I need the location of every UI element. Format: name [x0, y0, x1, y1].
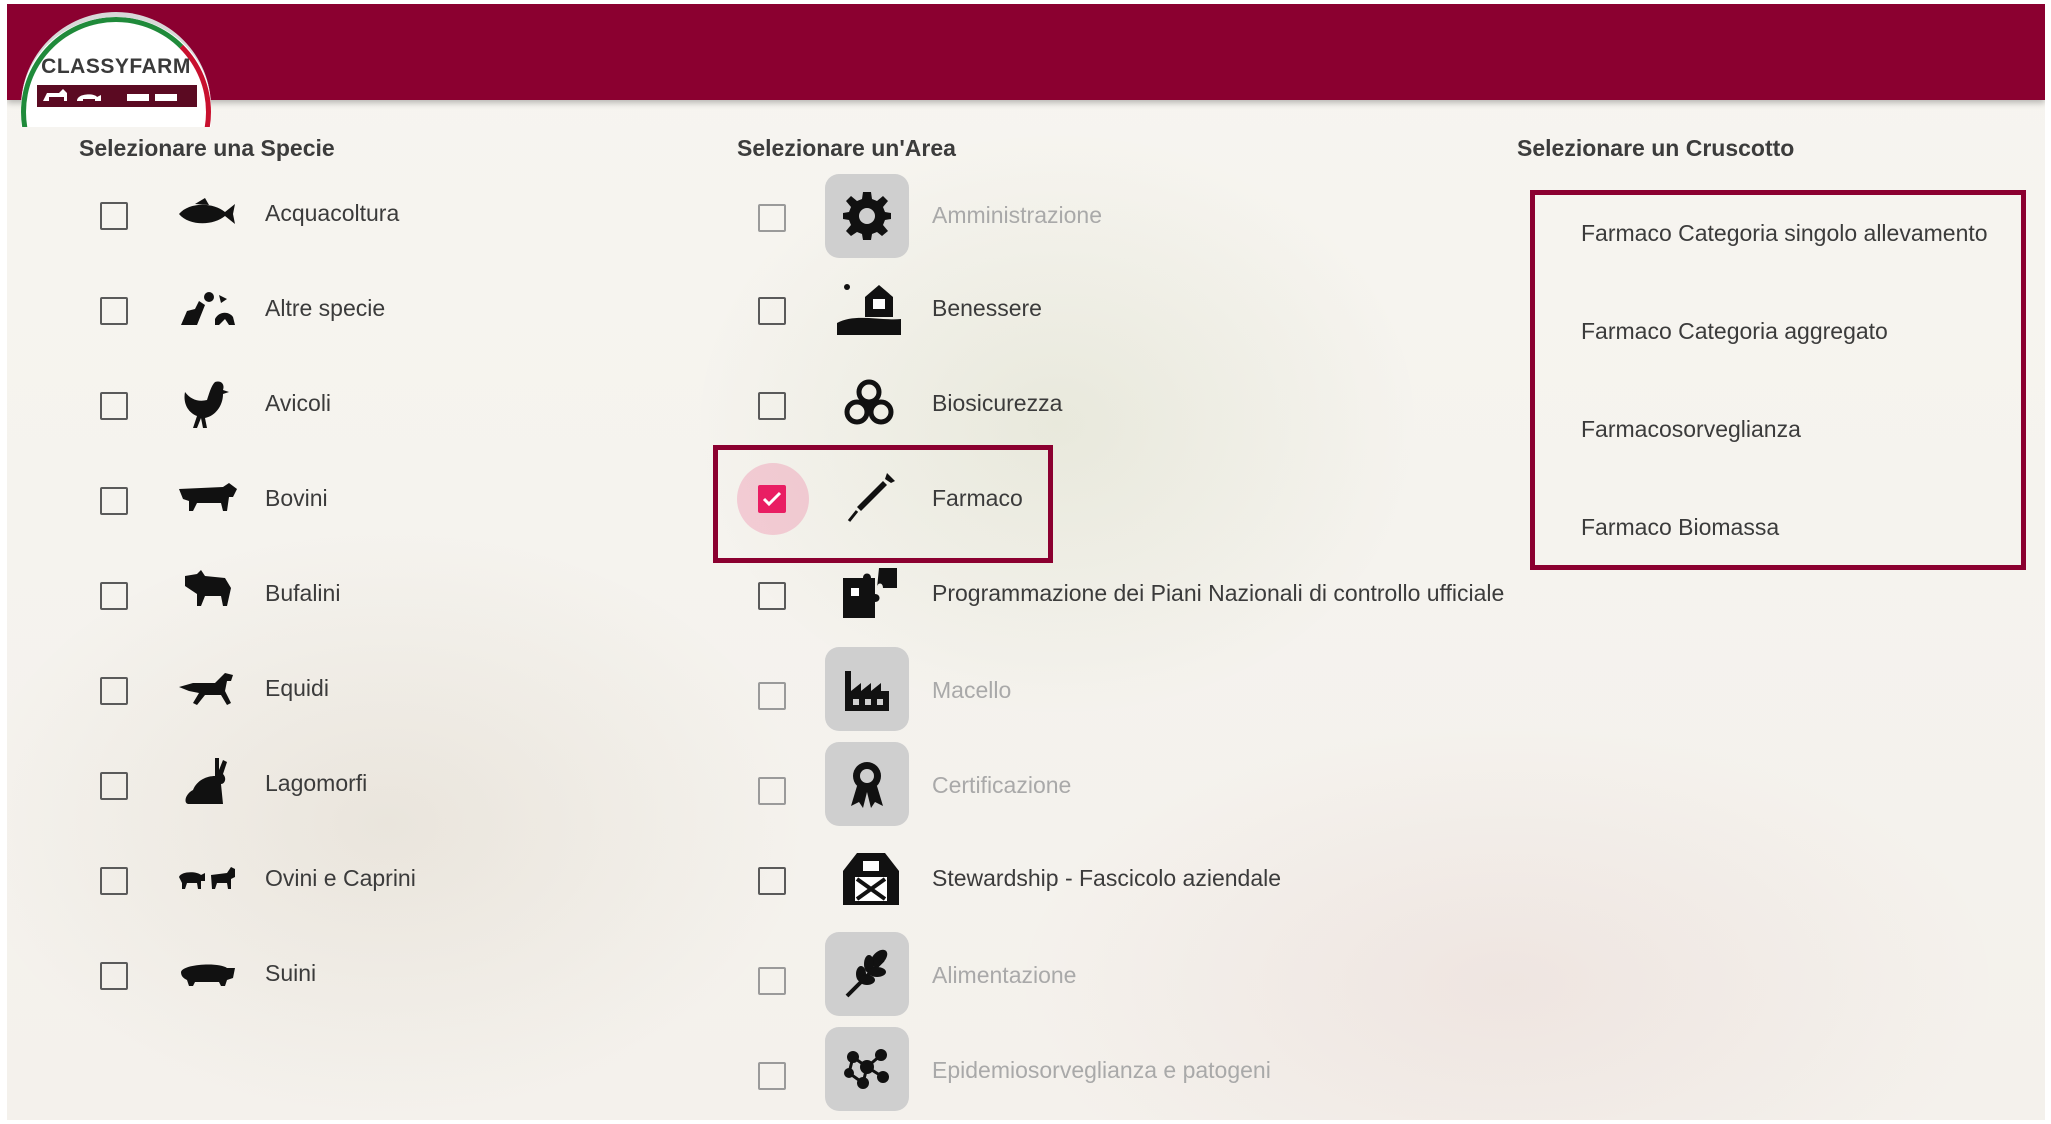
species-label: Avicoli: [265, 390, 332, 416]
dashboard-item[interactable]: Farmaco Biomassa: [1581, 514, 1779, 541]
species-checkbox[interactable]: [100, 962, 128, 990]
species-row-suini[interactable]: Suini: [7, 942, 607, 1006]
area-title: Selezionare un'Area: [737, 135, 956, 161]
species-label: Acquacoltura: [265, 200, 400, 226]
dashboard-item[interactable]: Farmacosorveglianza: [1581, 416, 1801, 443]
area-row-alimentazione[interactable]: Alimentazione: [747, 932, 1447, 1016]
species-row-avicoli[interactable]: Avicoli: [7, 372, 607, 436]
dashboard-item[interactable]: Farmaco Categoria aggregato: [1581, 318, 1888, 345]
species-row-bufalini[interactable]: Bufalini: [7, 562, 607, 626]
farm-sun-icon: [835, 279, 903, 337]
buffalo-icon: [175, 566, 239, 622]
barn-icon: [839, 847, 903, 907]
fish-icon: [175, 190, 239, 238]
species-row-acquacoltura[interactable]: Acquacoltura: [7, 182, 607, 246]
species-title: Selezionare una Specie: [79, 135, 335, 161]
species-row-lagomorfi[interactable]: Lagomorfi: [7, 752, 607, 816]
wheat-icon: [825, 932, 909, 1016]
area-label: Programmazione dei Piani Nazionali di co…: [932, 580, 1505, 606]
app-frame: CLASSYFARM Selezionare una Specie Selezi…: [7, 4, 2045, 1120]
area-checkbox[interactable]: [758, 1062, 786, 1090]
puzzle-icon: [839, 564, 901, 622]
area-row-macello[interactable]: Macello: [747, 647, 1447, 731]
area-checkbox[interactable]: [758, 392, 786, 420]
area-checkbox[interactable]: [758, 777, 786, 805]
award-icon: [825, 742, 909, 826]
species-checkbox[interactable]: [100, 202, 128, 230]
area-checkbox[interactable]: [758, 967, 786, 995]
species-checkbox[interactable]: [100, 582, 128, 610]
logo-text: CLASSYFARM: [41, 55, 191, 78]
species-checkbox[interactable]: [100, 867, 128, 895]
species-label: Ovini e Caprini: [265, 865, 416, 891]
area-label: Stewardship - Fascicolo aziendale: [932, 865, 1282, 891]
area-label: Alimentazione: [932, 962, 1077, 988]
rabbit-icon: [175, 754, 239, 812]
species-checkbox[interactable]: [100, 487, 128, 515]
species-label: Altre specie: [265, 295, 386, 321]
species-checkbox[interactable]: [100, 677, 128, 705]
species-row-bovini[interactable]: Bovini: [7, 467, 607, 531]
app-header: CLASSYFARM: [7, 4, 2045, 127]
area-row-epidemiosorveglianza[interactable]: Epidemiosorveglianza e patogeni: [747, 1027, 1447, 1111]
area-label: Biosicurezza: [932, 390, 1063, 416]
factory-icon: [825, 647, 909, 731]
species-label: Bufalini: [265, 580, 341, 606]
area-label: Amministrazione: [932, 202, 1102, 228]
area-row-amministrazione[interactable]: Amministrazione: [747, 174, 1447, 258]
area-checkbox[interactable]: [758, 204, 786, 232]
species-checkbox[interactable]: [100, 392, 128, 420]
horse-icon: [175, 665, 239, 713]
area-row-benessere[interactable]: Benessere: [747, 277, 1447, 341]
area-checkbox[interactable]: [758, 867, 786, 895]
dashboard-item[interactable]: Farmaco Categoria singolo allevamento: [1581, 220, 1988, 247]
logo-animals-strip: [37, 85, 197, 107]
species-label: Equidi: [265, 675, 329, 701]
area-row-stewardship[interactable]: Stewardship - Fascicolo aziendale: [747, 847, 1547, 911]
species-checkbox[interactable]: [100, 772, 128, 800]
classyfarm-logo[interactable]: CLASSYFARM: [21, 12, 211, 127]
dashboard-title: Selezionare un Cruscotto: [1517, 135, 1795, 161]
other-animals-icon: [175, 285, 239, 333]
area-label: Certificazione: [932, 772, 1072, 798]
area-label: Benessere: [932, 295, 1042, 321]
gear-icon: [825, 174, 909, 258]
cow-icon: [175, 475, 239, 523]
area-checkbox[interactable]: [758, 297, 786, 325]
species-label: Suini: [265, 960, 317, 986]
species-label: Lagomorfi: [265, 770, 368, 796]
biohazard-icon: [839, 376, 899, 432]
species-row-altre-specie[interactable]: Altre specie: [7, 277, 607, 341]
area-row-programmazione[interactable]: Programmazione dei Piani Nazionali di co…: [747, 562, 1547, 626]
farmaco-highlight-box: [713, 445, 1053, 563]
species-row-equidi[interactable]: Equidi: [7, 657, 607, 721]
chicken-icon: [175, 376, 239, 432]
dashboard-list-box: [1530, 190, 2026, 570]
pig-icon: [175, 950, 239, 998]
area-checkbox[interactable]: [758, 582, 786, 610]
area-label: Epidemiosorveglianza e patogeni: [932, 1057, 1271, 1083]
area-row-certificazione[interactable]: Certificazione: [747, 742, 1447, 826]
species-row-ovini-caprini[interactable]: Ovini e Caprini: [7, 847, 607, 911]
area-label: Macello: [932, 677, 1012, 703]
species-checkbox[interactable]: [100, 297, 128, 325]
sheep-goat-icon: [175, 855, 239, 903]
molecule-icon: [825, 1027, 909, 1111]
area-row-biosicurezza[interactable]: Biosicurezza: [747, 372, 1447, 436]
area-checkbox[interactable]: [758, 682, 786, 710]
species-label: Bovini: [265, 485, 328, 511]
